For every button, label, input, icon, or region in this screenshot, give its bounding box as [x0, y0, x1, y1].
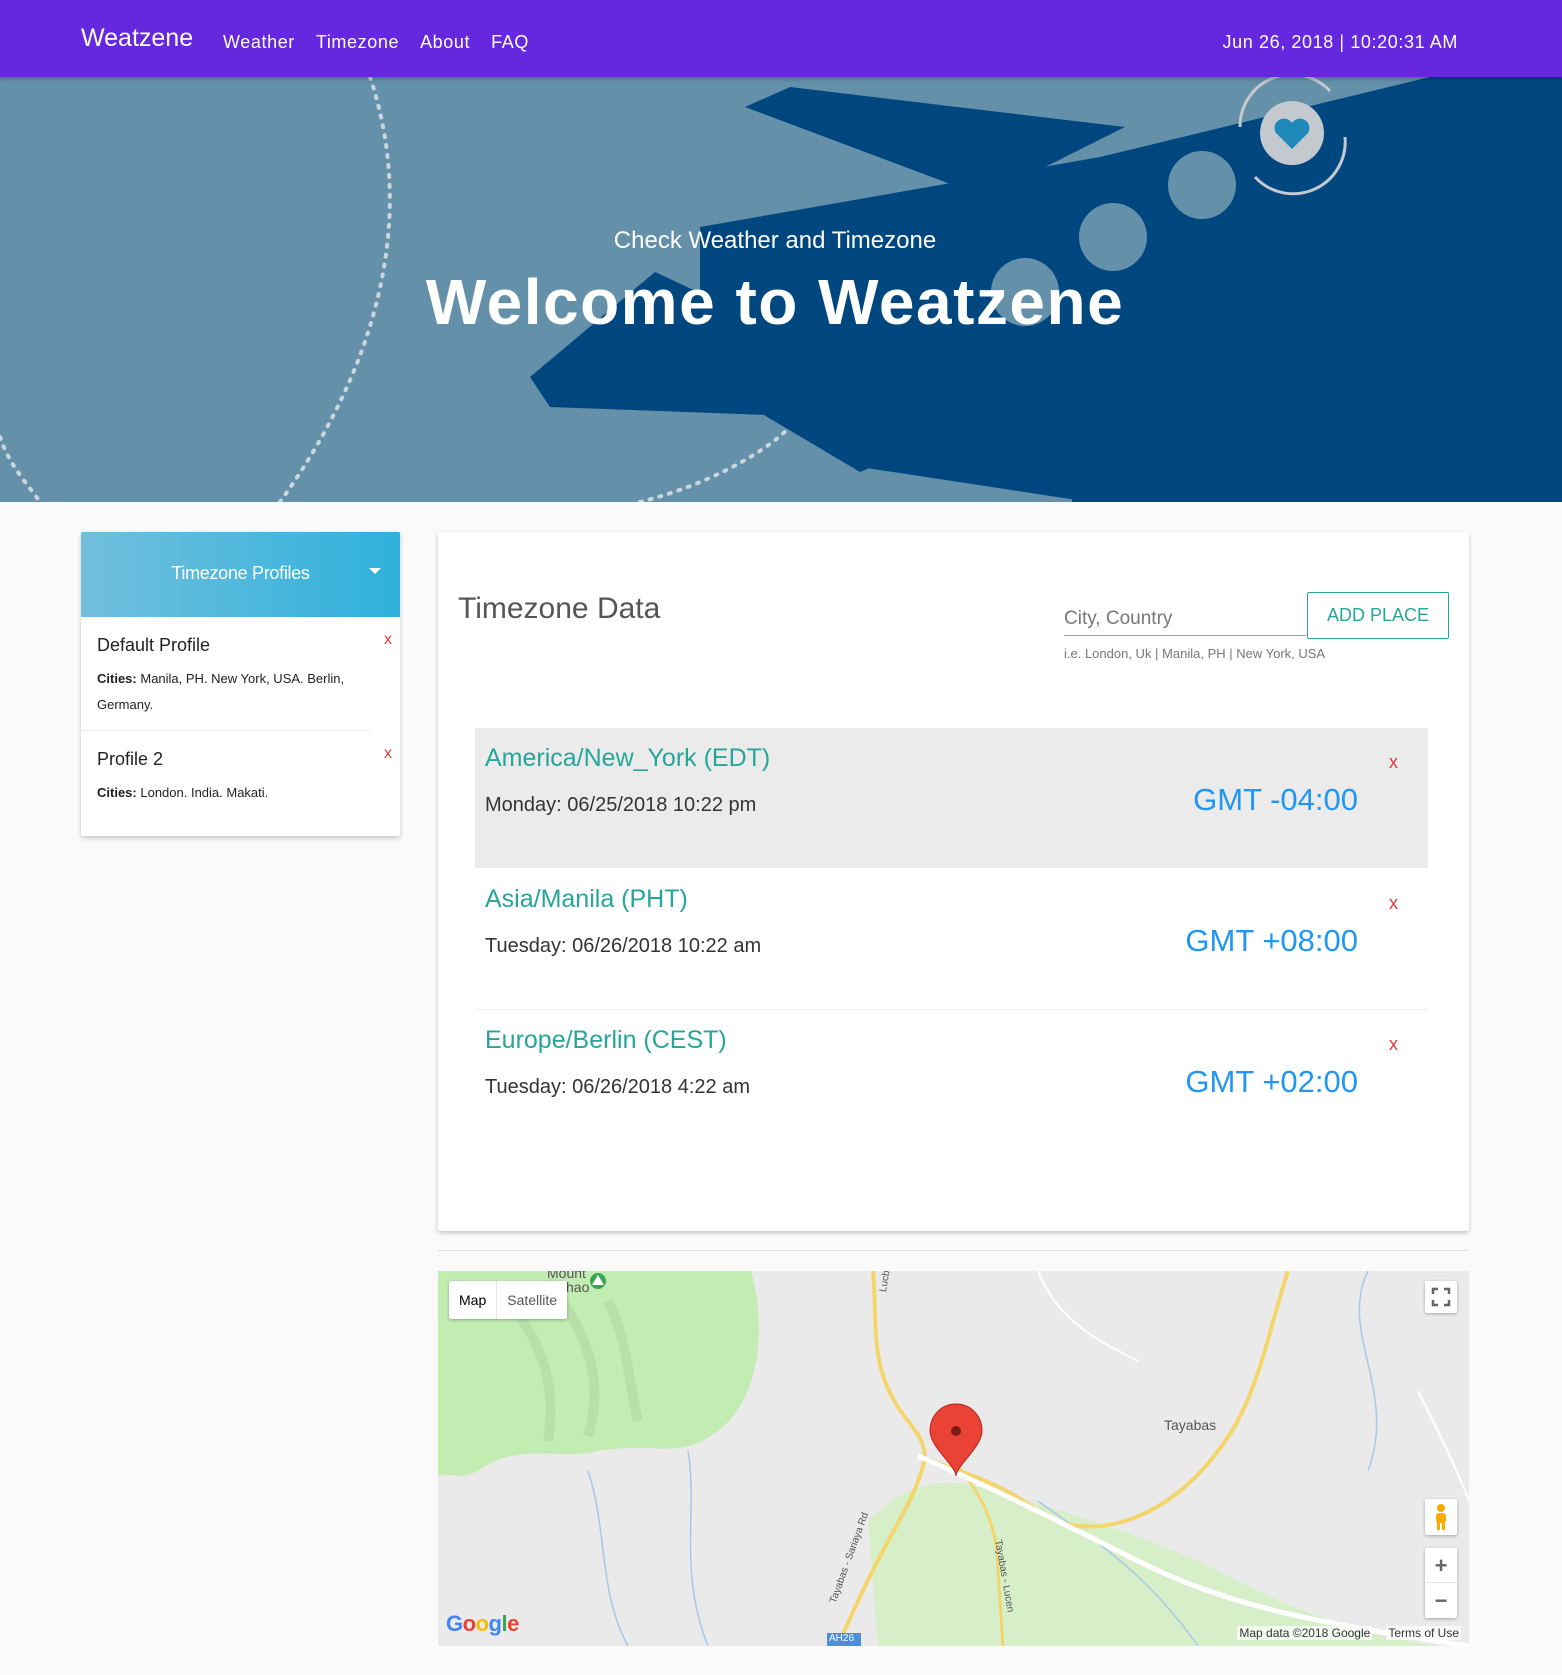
delete-profile-button[interactable]: x: [384, 745, 392, 763]
delete-timezone-button[interactable]: x: [1389, 752, 1398, 773]
hero-subtitle: Check Weather and Timezone: [613, 227, 937, 254]
section-divider: [438, 1250, 1469, 1251]
city-country-input[interactable]: [1064, 602, 1306, 636]
flight-path-arc-2: [638, 425, 792, 502]
brand-logo[interactable]: Weatzene: [81, 24, 193, 53]
timezone-profiles-panel: Timezone Profiles Default Profile Cities…: [81, 532, 400, 836]
profile-item[interactable]: Default Profile Cities: Manila, PH. New …: [81, 617, 392, 731]
street-view-pegman-button[interactable]: [1425, 1499, 1457, 1535]
profile-item[interactable]: Profile 2 Cities: London. India. Makati.…: [81, 731, 392, 818]
google-logo[interactable]: Google: [446, 1611, 519, 1637]
timezone-name: Asia/Manila (PHT): [485, 885, 688, 913]
timezone-row: Asia/Manila (PHT) Tuesday: 06/26/2018 10…: [475, 869, 1428, 1009]
map-type-map-button[interactable]: Map: [449, 1281, 498, 1319]
timezone-name: Europe/Berlin (CEST): [485, 1026, 727, 1054]
pegman-icon: [1436, 1504, 1446, 1530]
profile-cities: Cities: London. India. Makati.: [97, 780, 354, 806]
map-attribution: Map data ©2018 Google Terms of Use: [1237, 1626, 1461, 1640]
zoom-control: + −: [1425, 1548, 1457, 1618]
timezone-gmt-offset: GMT +02:00: [1185, 1064, 1358, 1099]
flight-path-arc-3: [0, 435, 42, 502]
terms-of-use-link[interactable]: Terms of Use: [1386, 1626, 1461, 1640]
profile-name: Profile 2: [97, 749, 164, 769]
profile-name: Default Profile: [97, 635, 211, 655]
navbar: Weatzene Weather Timezone About FAQ Jun …: [0, 0, 1562, 77]
park-icon: [590, 1273, 606, 1289]
fullscreen-button[interactable]: [1425, 1281, 1457, 1313]
timezone-data-title: Timezone Data: [458, 592, 661, 625]
nav-timezone[interactable]: Timezone: [316, 32, 399, 53]
cities-label: Cities:: [97, 785, 137, 800]
timezone-local-time: Monday: 06/25/2018 10:22 pm: [485, 794, 757, 816]
delete-profile-button[interactable]: x: [384, 631, 392, 649]
zoom-out-button[interactable]: −: [1425, 1583, 1457, 1618]
timezone-gmt-offset: GMT +08:00: [1185, 923, 1358, 958]
map-type-satellite-button[interactable]: Satellite: [497, 1281, 567, 1319]
zoom-in-button[interactable]: +: [1425, 1548, 1457, 1583]
map-data-credit: Map data ©2018 Google: [1237, 1626, 1373, 1640]
nav-links: Weather Timezone About FAQ: [223, 32, 529, 53]
hero-title: Welcome to Weatzene: [425, 266, 1125, 338]
profiles-dropdown-header[interactable]: Timezone Profiles: [81, 532, 400, 617]
google-map[interactable]: Tayabas Mount hao Lucban - Tayaba Tayaba…: [438, 1271, 1469, 1646]
caret-down-icon[interactable]: [369, 568, 381, 574]
timezone-data-card: Timezone Data i.e. London, Uk | Manila, …: [438, 532, 1469, 1231]
map-tiles[interactable]: [438, 1271, 1469, 1646]
timezone-name: America/New_York (EDT): [485, 744, 771, 772]
timezone-row: America/New_York (EDT) Monday: 06/25/201…: [475, 728, 1428, 868]
timezone-local-time: Tuesday: 06/26/2018 4:22 am: [485, 1076, 750, 1098]
map-type-control: Map Satellite: [449, 1281, 568, 1319]
nav-about[interactable]: About: [420, 32, 470, 53]
date-time-clock: Jun 26, 2018 | 10:20:31 AM: [1222, 32, 1458, 52]
fullscreen-icon: [1431, 1287, 1451, 1307]
delete-timezone-button[interactable]: x: [1389, 1034, 1398, 1055]
cities-list: London. India. Makati.: [140, 785, 269, 800]
cities-label: Cities:: [97, 671, 137, 686]
map-label-ah26: AH26: [829, 1633, 855, 1644]
timezone-local-time: Tuesday: 06/26/2018 10:22 am: [485, 935, 762, 957]
timezone-gmt-offset: GMT -04:00: [1193, 782, 1358, 817]
profile-cities: Cities: Manila, PH. New York, USA. Berli…: [97, 666, 354, 718]
input-hint: i.e. London, Uk | Manila, PH | New York,…: [1064, 646, 1326, 661]
hero-banner: Check Weather and Timezone Welcome to We…: [0, 77, 1562, 502]
map-label-hao: hao: [566, 1279, 590, 1295]
map-label-tayabas: Tayabas: [1164, 1417, 1217, 1433]
nav-weather[interactable]: Weather: [223, 32, 295, 53]
timezone-row: Europe/Berlin (CEST) Tuesday: 06/26/2018…: [475, 1009, 1428, 1149]
add-place-button[interactable]: ADD PLACE: [1307, 592, 1449, 639]
nav-faq[interactable]: FAQ: [491, 32, 529, 53]
delete-timezone-button[interactable]: x: [1389, 893, 1398, 914]
profiles-title: Timezone Profiles: [171, 563, 310, 583]
